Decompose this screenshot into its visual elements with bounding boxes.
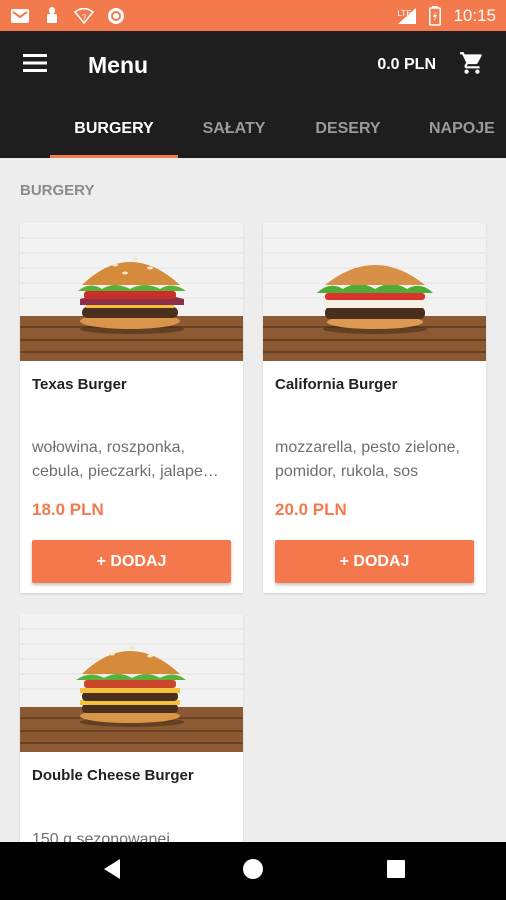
recents-icon: [386, 859, 406, 884]
category-tabs: BURGERY SAŁATY DESERY NAPOJE: [0, 99, 506, 158]
signal-icon: LTE: [395, 6, 417, 26]
burger-image: [20, 223, 243, 361]
add-to-cart-button[interactable]: + DODAJ: [32, 540, 231, 583]
status-time: 10:15: [453, 5, 496, 25]
page-title: Menu: [88, 51, 149, 78]
product-name: California Burger: [275, 376, 398, 393]
lte-label: LTE: [397, 8, 412, 18]
product-description: wołowina, roszponka, cebula, pieczarki, …: [32, 436, 232, 484]
cart-icon: [459, 50, 485, 81]
product-description-line: pomidor, rukola, sos: [275, 463, 419, 480]
sync-icon: [106, 6, 126, 26]
product-list[interactable]: BURGERY Texas Burger wołowina, roszponka…: [0, 158, 506, 842]
product-name: Texas Burger: [32, 376, 127, 393]
system-nav-bar: [0, 842, 506, 900]
cart-total: 0.0 PLN: [377, 56, 436, 73]
product-card[interactable]: Texas Burger wołowina, roszponka, cebula…: [20, 223, 243, 593]
home-button[interactable]: [233, 851, 273, 891]
battery-icon: [425, 5, 445, 26]
tab-salaty[interactable]: SAŁATY: [186, 99, 282, 158]
product-name: Double Cheese Burger: [32, 767, 194, 784]
app-bar: Menu 0.0 PLN: [0, 31, 506, 99]
menu-button[interactable]: [0, 31, 70, 99]
product-description: mozzarella, pesto zielone, pomidor, ruko…: [275, 436, 475, 484]
product-description-line: 150 g sezonowanej: [32, 831, 170, 842]
wifi-icon: ?: [74, 6, 94, 26]
product-card[interactable]: Double Cheese Burger 150 g sezonowanej: [20, 614, 243, 842]
burger-image: [20, 614, 243, 752]
tab-napoje[interactable]: NAPOJE: [410, 99, 506, 158]
tab-desery[interactable]: DESERY: [298, 99, 398, 158]
back-icon: [102, 858, 122, 885]
burger-image: [263, 223, 486, 361]
home-icon: [242, 858, 264, 885]
product-price: 18.0 PLN: [32, 500, 104, 519]
back-button[interactable]: [92, 851, 132, 891]
product-description-line: mozzarella, pesto zielone,: [275, 439, 460, 456]
status-notifications: ?: [10, 6, 126, 26]
recents-button[interactable]: [376, 851, 416, 891]
product-description: 150 g sezonowanej: [32, 828, 232, 842]
svg-text:?: ?: [82, 13, 87, 22]
notification-icon: [42, 6, 62, 26]
section-title: BURGERY: [20, 182, 95, 199]
status-system: LTE 10:15: [395, 5, 496, 26]
hamburger-icon: [23, 53, 47, 77]
gmail-icon: [10, 6, 30, 26]
tab-burgery[interactable]: BURGERY: [50, 99, 178, 158]
product-card[interactable]: California Burger mozzarella, pesto ziel…: [263, 223, 486, 593]
add-to-cart-button[interactable]: + DODAJ: [275, 540, 474, 583]
cart-button[interactable]: [452, 45, 492, 85]
status-bar: ? LTE 10:15: [0, 0, 506, 31]
product-price: 20.0 PLN: [275, 500, 347, 519]
product-description-line: wołowina, roszponka,: [32, 439, 185, 456]
app-screen: ? LTE 10:15 Menu 0.0 PLN BURGERY SAŁATY …: [0, 0, 506, 900]
product-description-line: cebula, pieczarki, jalape…: [32, 463, 219, 480]
